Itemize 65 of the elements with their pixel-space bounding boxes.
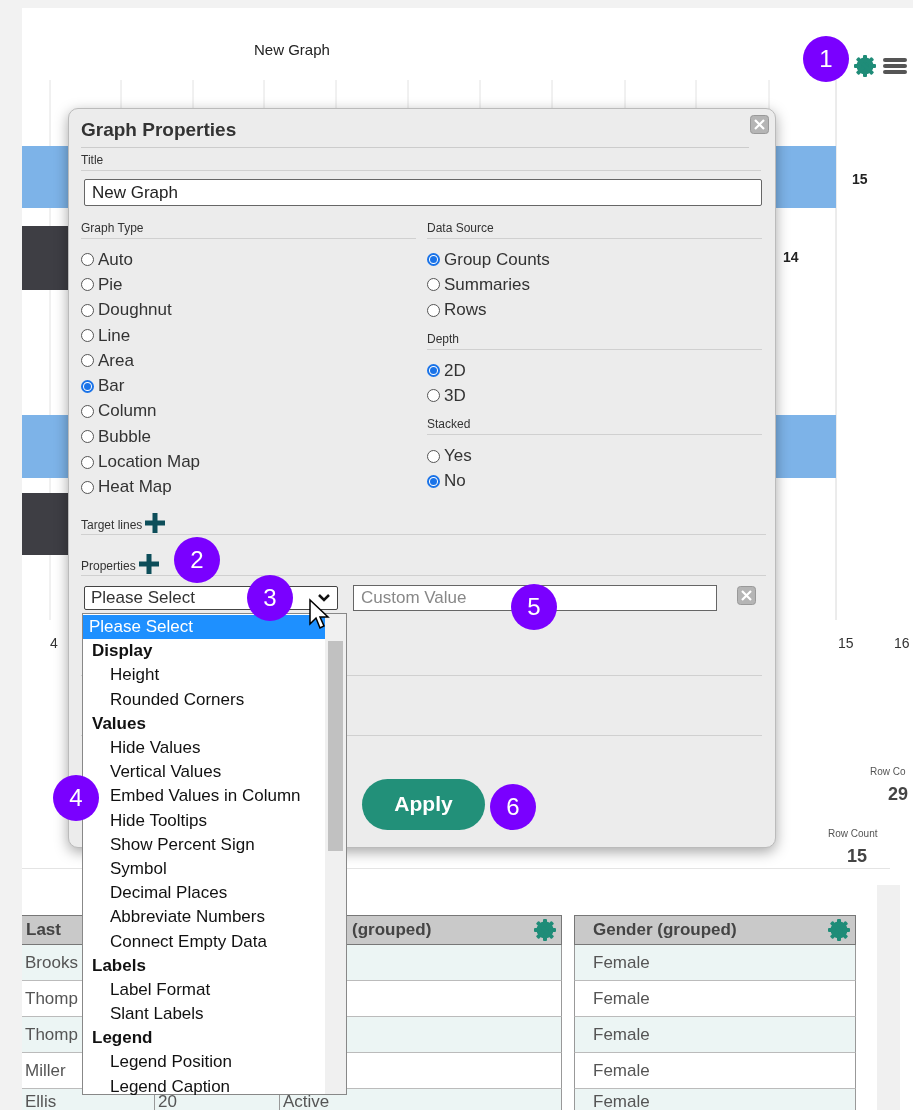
summary-value: 15	[847, 846, 868, 867]
axis-label: 15	[838, 635, 854, 651]
radio-option[interactable]: Area	[81, 348, 416, 374]
plus-icon[interactable]	[137, 552, 160, 575]
radio-option[interactable]: 2D	[427, 357, 762, 384]
summary-value: 29	[888, 784, 909, 805]
radio-option[interactable]: Pie	[81, 272, 416, 298]
radio-option[interactable]: Yes	[427, 443, 762, 469]
header-label: (grouped)	[352, 920, 432, 940]
dropdown-option[interactable]: Decimal Places	[83, 881, 325, 906]
radio-option[interactable]: 3D	[427, 383, 762, 409]
section-label: Graph Type	[81, 216, 416, 239]
table-cell: Female	[574, 1089, 856, 1110]
radio-option[interactable]: Summaries	[427, 272, 762, 298]
header-label: Gender (grouped)	[593, 920, 737, 940]
radio-option[interactable]: Bar	[81, 373, 416, 399]
option-group-label: Labels	[91, 954, 147, 977]
dialog-title: Graph Properties	[81, 119, 749, 148]
chevron-icon	[317, 592, 331, 603]
radio-option[interactable]: Group Counts	[427, 247, 762, 273]
radio-option[interactable]: Line	[81, 322, 416, 349]
radio-option[interactable]: Column	[81, 398, 416, 425]
title-field[interactable]: New Graph	[84, 179, 762, 206]
dropdown-option[interactable]: Show Percent Sign	[83, 832, 325, 857]
section-label: Properties	[81, 558, 136, 575]
settings-icon[interactable]	[533, 918, 557, 942]
axis-label: 4	[50, 635, 58, 651]
value-label: 14	[783, 249, 799, 265]
table-cell: Active	[280, 1089, 562, 1110]
axis-label: 16	[894, 635, 910, 651]
menu-icon[interactable]	[883, 56, 907, 76]
dropdown-option[interactable]: Symbol	[83, 856, 325, 882]
value-label: 15	[852, 171, 868, 187]
field-label: Title	[81, 148, 761, 171]
settings-icon[interactable]	[853, 54, 877, 78]
close-icon[interactable]	[737, 586, 756, 606]
radio-option[interactable]: Rows	[427, 297, 762, 323]
dropdown-option[interactable]: Rounded Corners	[83, 687, 325, 712]
summary-label: Row Co	[870, 766, 906, 777]
radio-option[interactable]: Auto	[81, 247, 416, 273]
section-label: Depth	[427, 326, 762, 350]
radio-option[interactable]: Location Map	[81, 449, 416, 475]
radio-option[interactable]: Bubble	[81, 424, 416, 450]
dropdown-option[interactable]: Abbreviate Numbers	[83, 905, 325, 930]
summary-label: Row Count	[828, 828, 878, 839]
dropdown-option[interactable]: Hide Values	[83, 735, 325, 761]
option-group-label: Values	[91, 712, 147, 735]
radio-option[interactable]: Doughnut	[81, 297, 416, 323]
section-label: Data Source	[427, 216, 762, 239]
section-label: Target lines	[81, 517, 143, 534]
option-group-label: Display	[91, 640, 154, 663]
option-group-label: Legend	[91, 1027, 154, 1050]
plus-icon[interactable]	[144, 511, 167, 534]
chart-title: New Graph	[254, 41, 330, 58]
header-label: Last	[26, 920, 61, 940]
table-cell: Female	[574, 945, 856, 981]
radio-option[interactable]: Heat Map	[81, 474, 416, 500]
section-label: Stacked	[427, 412, 762, 436]
radio-option[interactable]: No	[427, 468, 762, 495]
dropdown-option[interactable]: Height	[83, 663, 325, 688]
close-icon[interactable]	[750, 115, 769, 134]
apply-button[interactable]: Apply	[362, 778, 485, 830]
settings-icon[interactable]	[827, 918, 851, 942]
table-cell: Female	[574, 1017, 856, 1053]
scrollbar[interactable]	[325, 614, 346, 1094]
